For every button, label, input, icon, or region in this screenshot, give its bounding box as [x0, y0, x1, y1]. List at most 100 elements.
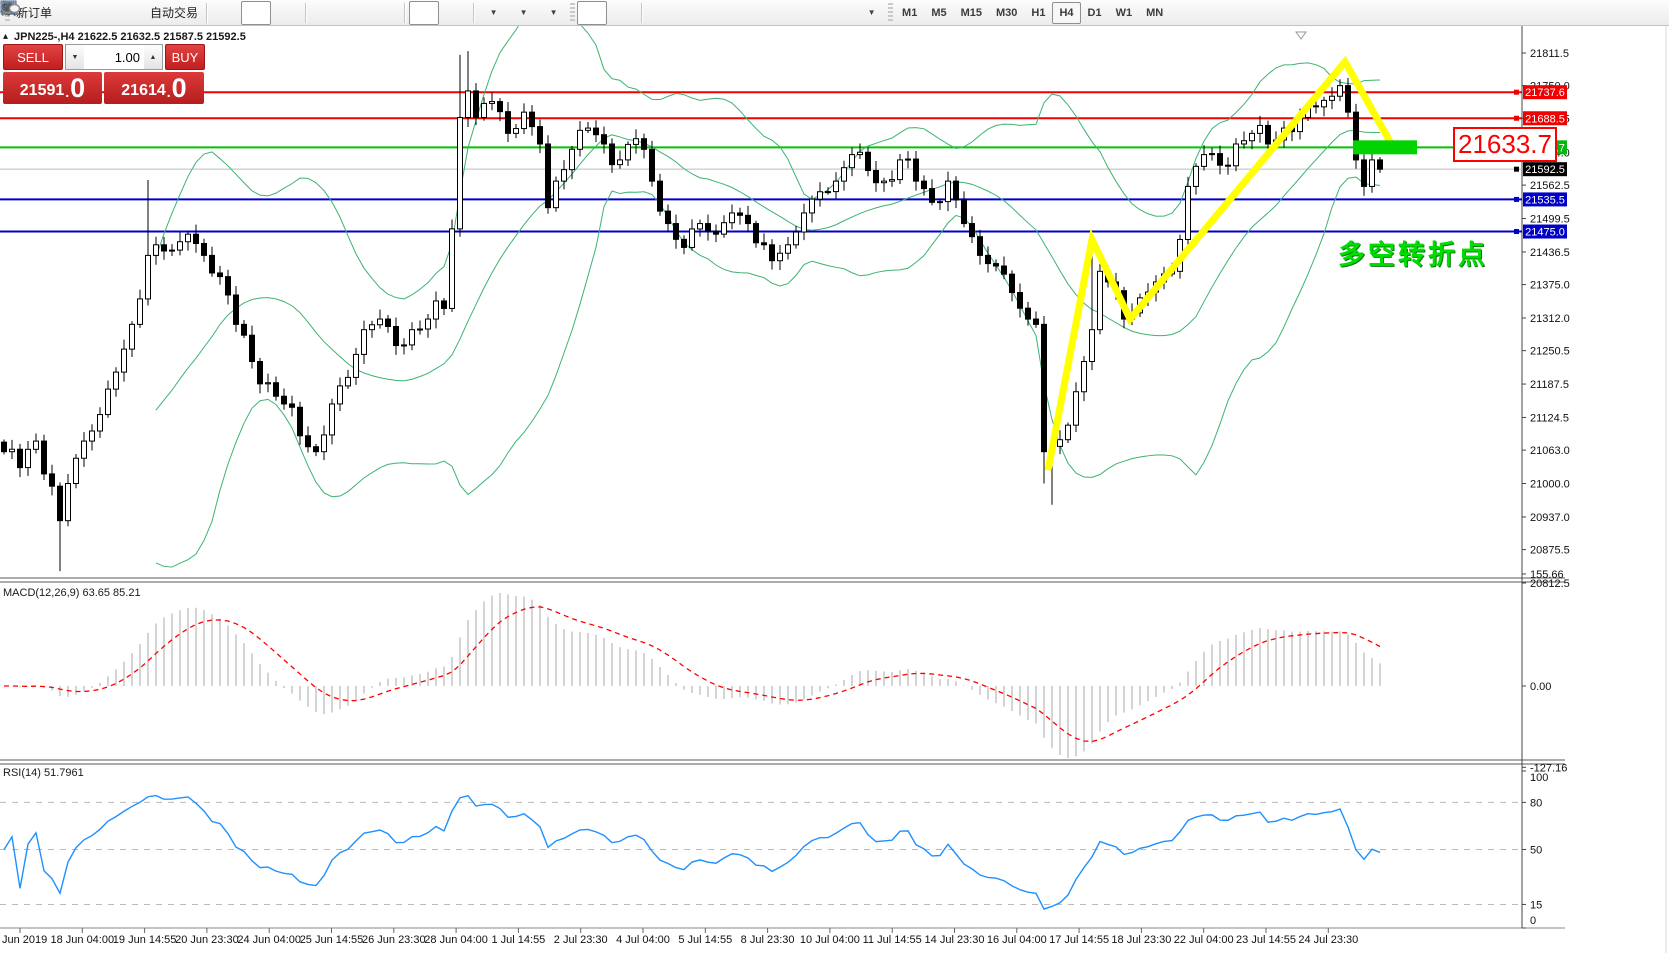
- candle-body: [1034, 319, 1039, 324]
- candle-body: [322, 435, 327, 452]
- candle-body: [1074, 392, 1079, 425]
- cursor-tool-button[interactable]: [577, 1, 607, 25]
- horizontal-line-tool[interactable]: [676, 1, 706, 25]
- candle-body: [626, 144, 631, 160]
- buy-price[interactable]: 21614 . 0: [104, 72, 204, 104]
- line-chart-button[interactable]: [271, 1, 301, 25]
- chat-icon[interactable]: [0, 0, 20, 16]
- timeframe-d1[interactable]: D1: [1081, 2, 1109, 24]
- candle-body: [826, 192, 831, 193]
- price-tick-label: 20937.0: [1530, 512, 1570, 524]
- text-tool[interactable]: A: [796, 1, 826, 25]
- candle-body: [770, 245, 775, 261]
- timeframe-m30[interactable]: M30: [989, 2, 1024, 24]
- candle-body: [386, 319, 391, 326]
- separator: [641, 3, 642, 23]
- candle-body: [1002, 266, 1007, 274]
- candle-body: [866, 152, 871, 170]
- chart-shift-button[interactable]: [439, 1, 469, 25]
- buy-price-dot: .: [167, 82, 171, 102]
- volume-down-button[interactable]: ▼: [66, 45, 84, 69]
- timeframe-m15[interactable]: M15: [954, 2, 989, 24]
- candle-body: [114, 372, 119, 389]
- tile-windows-button[interactable]: [370, 1, 400, 25]
- candle-body: [178, 242, 183, 250]
- candle-body: [1234, 144, 1239, 166]
- bar-chart-button[interactable]: [211, 1, 241, 25]
- candle-body: [554, 181, 559, 208]
- vertical-line-tool[interactable]: [646, 1, 676, 25]
- price-callout-box[interactable]: 21633.7: [1453, 127, 1557, 162]
- time-tick-label: 20 Jun 23:30: [175, 934, 239, 946]
- market-watch-button[interactable]: [56, 1, 86, 25]
- candle-body: [210, 255, 215, 273]
- fibonacci-tool[interactable]: F: [766, 1, 796, 25]
- candle-body: [786, 245, 791, 253]
- candle-body: [1250, 133, 1255, 140]
- equidistant-channel-tool[interactable]: E: [736, 1, 766, 25]
- candle-body: [154, 245, 159, 256]
- candle-body: [90, 431, 95, 441]
- highlight-box-annotation[interactable]: [1353, 140, 1417, 154]
- volume-input[interactable]: [84, 45, 144, 69]
- candlestick-chart-button[interactable]: [241, 1, 271, 25]
- price-tick-label: 21562.5: [1530, 180, 1570, 192]
- badge-connector: [1514, 116, 1519, 121]
- sell-price-int: 21591: [20, 80, 65, 102]
- timeframe-h1[interactable]: H1: [1024, 2, 1052, 24]
- sell-price-dot: .: [65, 82, 69, 102]
- autotrading-button[interactable]: 自动交易: [146, 1, 202, 25]
- sell-price[interactable]: 21591 . 0: [3, 72, 102, 104]
- candle-body: [610, 144, 615, 165]
- auto-scroll-button[interactable]: [409, 1, 439, 25]
- candle-body: [146, 255, 151, 299]
- candle-body: [1098, 271, 1103, 329]
- badge-connector: [1514, 197, 1519, 202]
- timeframe-m1[interactable]: M1: [895, 2, 924, 24]
- candle-body: [1066, 425, 1071, 440]
- timeframe-w1[interactable]: W1: [1109, 2, 1140, 24]
- chart-canvas[interactable]: 21811.521750.021688.521624.021562.521499…: [0, 26, 1669, 953]
- crosshair-tool-button[interactable]: [607, 1, 637, 25]
- candle-body: [410, 330, 415, 345]
- candle-body: [1346, 86, 1351, 113]
- time-tick-label: 2 Jul 23:30: [554, 934, 608, 946]
- candle-body: [714, 231, 719, 234]
- candle-body: [722, 223, 727, 234]
- text-label-tool[interactable]: T: [826, 1, 856, 25]
- signals-button[interactable]: [116, 1, 146, 25]
- accounts-button[interactable]: [86, 1, 116, 25]
- buy-button[interactable]: BUY: [165, 44, 205, 70]
- templates-button[interactable]: ▼: [538, 1, 568, 25]
- trendline-tool[interactable]: [706, 1, 736, 25]
- candle-body: [762, 243, 767, 245]
- indicators-button[interactable]: ▼: [478, 1, 508, 25]
- price-tick-label: 21124.5: [1530, 412, 1569, 424]
- zoom-out-button[interactable]: [340, 1, 370, 25]
- dropdown-arrow-icon: ▼: [550, 8, 558, 17]
- candle-body: [1338, 86, 1343, 97]
- time-tick-label: 17 Jul 14:55: [1049, 934, 1109, 946]
- autotrading-label: 自动交易: [150, 4, 198, 21]
- sell-button[interactable]: SELL: [3, 44, 63, 70]
- badge-connector: [1514, 167, 1519, 172]
- zoom-in-button[interactable]: [310, 1, 340, 25]
- periods-button[interactable]: ▼: [508, 1, 538, 25]
- candle-body: [682, 239, 687, 247]
- badge-connector: [1514, 90, 1519, 95]
- volume-up-button[interactable]: ▲: [144, 45, 162, 69]
- timeframe-m5[interactable]: M5: [924, 2, 953, 24]
- candle-body: [690, 229, 695, 247]
- candle-body: [402, 345, 407, 346]
- candle-body: [466, 91, 471, 118]
- buy-price-int: 21614: [121, 80, 166, 102]
- timeframe-mn[interactable]: MN: [1139, 2, 1170, 24]
- rsi-indicator-label: RSI(14) 51.7961: [3, 767, 84, 779]
- candle-body: [1082, 362, 1087, 392]
- candle-body: [666, 211, 671, 223]
- candle-body: [202, 243, 207, 255]
- time-tick-label: 5 Jun 2019: [0, 934, 47, 946]
- timeframe-h4[interactable]: H4: [1052, 2, 1080, 24]
- turning-point-annotation[interactable]: 多空转折点: [1338, 233, 1508, 272]
- arrows-tool[interactable]: ▼: [856, 1, 886, 25]
